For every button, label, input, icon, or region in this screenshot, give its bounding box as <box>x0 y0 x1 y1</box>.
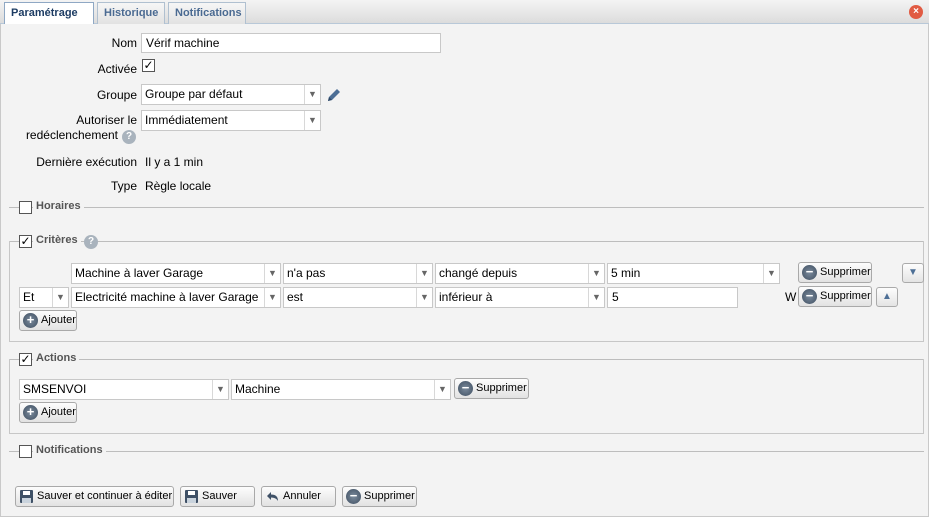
help-icon[interactable]: ? <box>122 130 136 144</box>
tab-historique[interactable]: Historique <box>97 2 165 24</box>
criteria-add-button[interactable]: + Ajouter <box>19 310 77 331</box>
criteria-add-label: Ajouter <box>41 314 76 326</box>
save-label: Sauver <box>202 490 237 502</box>
save-continue-button[interactable]: Sauver et continuer à éditer <box>15 486 174 507</box>
save-icon <box>185 490 198 503</box>
criteria-1-value-select[interactable]: 5 min ▼ <box>607 263 780 284</box>
arrow-up-icon: ▲ <box>882 291 892 302</box>
notifications-checkbox[interactable] <box>19 445 32 458</box>
delete-button[interactable]: − Supprimer <box>342 486 417 507</box>
criteria-2-condition-value: inférieur à <box>439 290 493 304</box>
chevron-down-icon: ▼ <box>212 380 228 399</box>
criteria-1-device-select[interactable]: Machine à laver Garage ▼ <box>71 263 281 284</box>
criteria-2-unit: W <box>785 290 797 304</box>
plus-circle-icon: + <box>23 405 38 420</box>
activee-label: Activée <box>97 62 137 76</box>
derniere-execution-value: Il y a 1 min <box>145 155 204 169</box>
chevron-down-icon: ▼ <box>763 264 779 283</box>
criteria-2-delete-button[interactable]: − Supprimer <box>798 286 872 307</box>
action-1-target-select[interactable]: Machine ▼ <box>231 379 451 400</box>
criteria-1-operator-value: n'a pas <box>287 266 326 280</box>
arrow-down-icon: ▼ <box>908 267 918 278</box>
minus-circle-icon: − <box>802 265 817 280</box>
tab-notifications[interactable]: Notifications <box>168 2 246 24</box>
actions-add-label: Ajouter <box>41 406 76 418</box>
autoriser-label-line1: Autoriser le <box>76 113 137 127</box>
groupe-select-value: Groupe par défaut <box>145 87 243 101</box>
criteria-1-device-value: Machine à laver Garage <box>75 266 204 280</box>
close-icon[interactable]: × <box>909 5 923 19</box>
cancel-button[interactable]: Annuler <box>261 486 336 507</box>
derniere-execution-label: Dernière exécution <box>36 155 137 169</box>
actions-checkbox[interactable]: ✓ <box>19 353 32 366</box>
plus-circle-icon: + <box>23 313 38 328</box>
criteria-2-condition-select[interactable]: inférieur à ▼ <box>435 287 605 308</box>
horaires-checkbox[interactable] <box>19 201 32 214</box>
chevron-down-icon: ▼ <box>304 85 320 104</box>
criteria-2-logic-select[interactable]: Et ▼ <box>19 287 69 308</box>
actions-add-button[interactable]: + Ajouter <box>19 402 77 423</box>
chevron-down-icon: ▼ <box>264 288 280 307</box>
autoriser-label-line2: redéclenchement <box>25 128 118 142</box>
settings-panel: Nom Vérif machine Activée ✓ Groupe Group… <box>0 24 929 517</box>
criteria-1-condition-select[interactable]: changé depuis ▼ <box>435 263 605 284</box>
nom-label: Nom <box>111 36 137 50</box>
autoriser-select-value: Immédiatement <box>145 113 228 127</box>
horaires-divider <box>9 207 924 208</box>
minus-circle-icon: − <box>802 289 817 304</box>
chevron-down-icon: ▼ <box>588 288 604 307</box>
move-up-button[interactable]: ▲ <box>876 287 898 307</box>
type-label: Type <box>110 179 137 193</box>
criteria-2-device-select[interactable]: Electricité machine à laver Garage ▼ <box>71 287 281 308</box>
chevron-down-icon: ▼ <box>434 380 450 399</box>
undo-icon <box>267 492 278 501</box>
save-continue-label: Sauver et continuer à éditer <box>37 490 173 502</box>
criteria-2-device-value: Electricité machine à laver Garage <box>75 290 259 304</box>
delete-label: Supprimer <box>364 490 415 502</box>
minus-circle-icon: − <box>346 489 361 504</box>
chevron-down-icon: ▼ <box>304 111 320 130</box>
save-button[interactable]: Sauver <box>180 486 255 507</box>
pencil-icon[interactable] <box>325 86 343 104</box>
criteria-2-logic-value: Et <box>23 290 35 304</box>
criteres-legend: Critères <box>33 234 81 246</box>
activee-checkbox[interactable]: ✓ <box>142 59 155 72</box>
criteria-1-condition-value: changé depuis <box>439 266 518 280</box>
criteria-2-operator-value: est <box>287 290 304 304</box>
criteria-2-delete-label: Supprimer <box>820 290 871 302</box>
type-value: Règle locale <box>145 179 212 193</box>
tab-parametrage[interactable]: Paramétrage <box>4 2 94 25</box>
action-1-type-select[interactable]: SMSENVOI ▼ <box>19 379 229 400</box>
horaires-legend: Horaires <box>33 200 84 212</box>
action-1-target-value: Machine <box>235 382 281 396</box>
criteria-1-delete-button[interactable]: − Supprimer <box>798 262 872 283</box>
criteria-1-value-text: 5 min <box>611 266 641 280</box>
groupe-label: Groupe <box>96 88 137 102</box>
action-1-delete-button[interactable]: − Supprimer <box>454 378 529 399</box>
chevron-down-icon: ▼ <box>416 264 432 283</box>
action-1-type-value: SMSENVOI <box>23 382 87 396</box>
groupe-select[interactable]: Groupe par défaut ▼ <box>141 84 321 105</box>
help-icon[interactable]: ? <box>84 235 98 249</box>
criteria-2-operator-select[interactable]: est ▼ <box>283 287 433 308</box>
cancel-label: Annuler <box>283 490 321 502</box>
autoriser-select[interactable]: Immédiatement ▼ <box>141 110 321 131</box>
tab-bar: Paramétrage Historique Notifications × <box>0 0 929 25</box>
criteria-2-value-input[interactable]: 5 <box>607 287 738 308</box>
chevron-down-icon: ▼ <box>264 264 280 283</box>
chevron-down-icon: ▼ <box>52 288 68 307</box>
actions-legend: Actions <box>33 352 80 364</box>
criteria-1-operator-select[interactable]: n'a pas ▼ <box>283 263 433 284</box>
chevron-down-icon: ▼ <box>588 264 604 283</box>
notifications-divider <box>9 451 924 452</box>
move-down-button[interactable]: ▼ <box>902 263 924 283</box>
nom-input[interactable]: Vérif machine <box>141 33 441 53</box>
notifications-legend: Notifications <box>33 444 106 456</box>
criteria-1-delete-label: Supprimer <box>820 266 871 278</box>
action-1-delete-label: Supprimer <box>476 382 527 394</box>
chevron-down-icon: ▼ <box>416 288 432 307</box>
save-icon <box>20 490 33 503</box>
criteres-checkbox[interactable]: ✓ <box>19 235 32 248</box>
minus-circle-icon: − <box>458 381 473 396</box>
